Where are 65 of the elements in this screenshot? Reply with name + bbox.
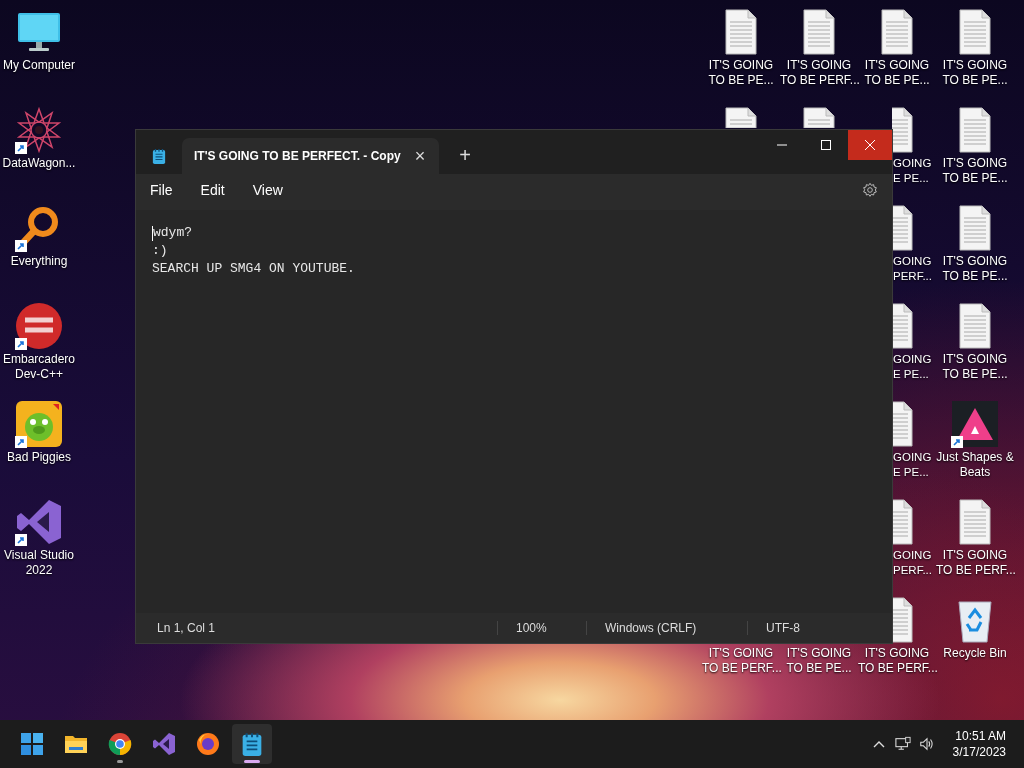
icon-label[interactable]: Everything <box>0 254 78 269</box>
document-icon[interactable] <box>892 204 913 252</box>
icon-label[interactable]: IT'S GOING TO BE PE... <box>936 254 1014 284</box>
icon-label[interactable]: My Computer <box>0 58 78 73</box>
icon-label[interactable]: IT'S GOING TO BE PERF... <box>780 58 858 88</box>
minimize-icon <box>777 144 787 146</box>
menu-item[interactable]: View <box>244 182 291 198</box>
settings-icon[interactable] <box>862 182 878 198</box>
close-tab-button[interactable]: × <box>414 145 426 167</box>
network-icon[interactable] <box>894 736 911 752</box>
triangle-app-icon[interactable] <box>951 400 999 448</box>
clock-date[interactable]: 3/17/2023 <box>952 744 1006 760</box>
icon-label[interactable]: IT'S GOING TO BE PERF... <box>858 646 936 676</box>
icon-label[interactable]: GOING E PE... <box>893 352 935 382</box>
new-tab-button[interactable]: + <box>459 144 471 167</box>
document-icon[interactable] <box>892 106 913 154</box>
app-icon[interactable] <box>15 302 63 350</box>
pig-icon[interactable] <box>15 400 63 448</box>
maximize-icon <box>821 140 831 150</box>
icon-label[interactable]: IT'S GOING TO BE PE... <box>858 58 936 88</box>
clock-time[interactable]: 10:51 AM <box>955 728 1006 744</box>
icon-label[interactable]: GOING E PE... <box>893 156 935 186</box>
speaker-icon[interactable] <box>918 736 935 752</box>
icon-label[interactable]: IT'S GOING TO BE PE... <box>936 352 1014 382</box>
icon-label[interactable]: IT'S GOING TO BE PERF... <box>702 646 780 676</box>
notepad-icon <box>240 732 264 756</box>
icon-label[interactable]: Visual Studio 2022 <box>0 548 78 578</box>
icon-label[interactable]: IT'S GOING TO BE PE... <box>936 156 1014 186</box>
icon-label[interactable]: Just Shapes & Beats <box>936 450 1014 480</box>
icon-label[interactable]: Embarcadero Dev-C++ <box>0 352 78 382</box>
taskbar-button[interactable] <box>232 724 272 764</box>
document-icon[interactable] <box>892 596 913 644</box>
icon-label[interactable]: DataWagon... <box>0 156 78 171</box>
status-item: UTF-8 <box>747 621 800 635</box>
icon-label[interactable]: IT'S GOING TO BE PE... <box>780 646 858 676</box>
document-tab[interactable]: IT'S GOING TO BE PERFECT. - Copy × <box>182 138 440 174</box>
icon-label[interactable]: IT'S GOING TO BE PE... <box>702 58 780 88</box>
icon-label[interactable]: GOING E PE... <box>893 450 935 480</box>
status-item: 100% <box>497 621 586 635</box>
tab-title[interactable]: IT'S GOING TO BE PERFECT. - Copy <box>194 149 401 163</box>
menu-item[interactable]: Edit <box>192 182 233 198</box>
icon-label[interactable]: GOING PERF... <box>893 548 935 578</box>
document-icon[interactable] <box>892 302 913 350</box>
ribbon-icon <box>152 732 176 756</box>
text-caret <box>152 225 153 241</box>
document-icon[interactable] <box>892 400 913 448</box>
globe-icon <box>196 732 220 756</box>
icon-label[interactable]: IT'S GOING TO BE PE... <box>936 58 1014 88</box>
four-squares-icon <box>20 732 44 756</box>
status-item: Ln 1, Col 1 <box>156 621 217 635</box>
icon-label[interactable]: GOING PERF... <box>893 254 935 284</box>
browser-icon <box>108 732 132 756</box>
menu-item[interactable]: File <box>142 182 181 198</box>
document-icon[interactable] <box>892 498 913 546</box>
status-item: Windows (CRLF) <box>586 621 747 635</box>
text-line: :) <box>152 242 168 260</box>
star-pattern-icon[interactable] <box>15 106 63 154</box>
close-icon <box>865 140 875 150</box>
icon-label[interactable]: Bad Piggies <box>0 450 78 465</box>
ribbon-icon[interactable] <box>15 498 63 546</box>
notepad-icon <box>152 148 166 164</box>
text-line: SEARCH UP SMG4 ON YOUTUBE. <box>152 260 355 278</box>
icon-label[interactable]: IT'S GOING TO BE PERF... <box>936 548 1014 578</box>
icon-label[interactable]: Recycle Bin <box>936 646 1014 661</box>
text-line: wdym? <box>153 224 192 242</box>
